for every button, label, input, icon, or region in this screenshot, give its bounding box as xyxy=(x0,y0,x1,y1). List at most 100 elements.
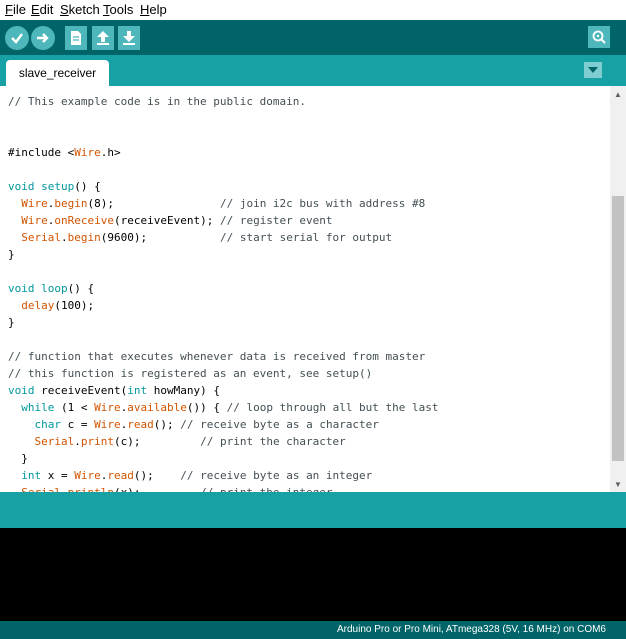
code-token: receiveEvent( xyxy=(34,384,128,397)
new-icon xyxy=(71,31,81,45)
code-token: void xyxy=(8,282,35,295)
code-token: () { xyxy=(74,180,101,193)
code-token: (1 < xyxy=(54,401,95,414)
code-token: .h> xyxy=(100,146,121,159)
scroll-up-icon[interactable]: ▲ xyxy=(613,89,623,99)
scroll-down-icon[interactable]: ▼ xyxy=(613,479,623,489)
code-token: // print the character xyxy=(200,435,346,448)
scroll-thumb[interactable] xyxy=(612,196,624,461)
code-line: } xyxy=(8,246,439,263)
code-token: available xyxy=(127,401,187,414)
code-token: // start serial for output xyxy=(219,231,393,244)
upload-icon xyxy=(37,33,49,43)
code-token: print xyxy=(80,435,114,448)
code-line: int x = Wire.read(); // receive byte as … xyxy=(8,467,439,484)
code-token: (c); xyxy=(114,435,201,448)
code-token: () { xyxy=(67,282,95,295)
code-token: Wire xyxy=(94,401,121,414)
code-token: // register event xyxy=(219,214,333,227)
code-token: char xyxy=(34,418,62,431)
code-token: // receive byte as a character xyxy=(180,418,379,431)
save-icon xyxy=(123,31,135,45)
code-token: // function that executes whenever data … xyxy=(8,350,426,363)
code-token: howMany) { xyxy=(147,384,220,397)
code-line: } xyxy=(8,314,439,331)
code-editor[interactable]: // This example code is in the public do… xyxy=(0,86,610,492)
open-button[interactable] xyxy=(92,26,114,50)
console-output xyxy=(0,528,626,621)
menu-tools[interactable]: Tools xyxy=(103,2,133,17)
code-token: Wire xyxy=(74,469,101,482)
code-line: // This example code is in the public do… xyxy=(8,93,439,110)
editor-console-divider[interactable] xyxy=(0,492,626,528)
toolbar xyxy=(0,20,626,55)
code-line: Wire.onReceive(receiveEvent); // registe… xyxy=(8,212,439,229)
code-line: #include <Wire.h> xyxy=(8,144,439,161)
board-status: Arduino Pro or Pro Mini, ATmega328 (5V, … xyxy=(336,624,606,635)
code-token: (9600); xyxy=(100,231,220,244)
save-button[interactable] xyxy=(118,26,140,50)
code-token: int xyxy=(127,384,148,397)
code-token: } xyxy=(8,248,15,261)
code-token: Wire xyxy=(74,146,101,159)
code-token: } xyxy=(8,316,15,329)
code-token: delay xyxy=(21,299,55,312)
code-line: Serial.println(x); // print the integer xyxy=(8,484,439,492)
code-token: x = xyxy=(41,469,75,482)
code-token: void xyxy=(8,384,35,397)
code-token: ()) { xyxy=(186,401,227,414)
code-token: Wire xyxy=(21,214,48,227)
code-token: onReceive xyxy=(54,214,114,227)
code-text[interactable]: // This example code is in the public do… xyxy=(8,93,439,492)
code-token: // loop through all but the last xyxy=(226,401,439,414)
menu-file[interactable]: File xyxy=(5,2,26,17)
code-token: read xyxy=(127,418,154,431)
menu-help[interactable]: Help xyxy=(140,2,167,17)
code-token: int xyxy=(21,469,42,482)
code-token: begin xyxy=(54,197,88,210)
menu-bar: File Edit Sketch Tools Help xyxy=(0,0,626,20)
menu-sketch[interactable]: Sketch xyxy=(60,2,100,17)
upload-button[interactable] xyxy=(31,26,55,50)
code-token: // join i2c bus with address #8 xyxy=(219,197,426,210)
serial-monitor-button[interactable] xyxy=(588,26,610,48)
code-line: Serial.print(c); // print the character xyxy=(8,433,439,450)
code-token: . xyxy=(74,435,81,448)
code-token: // this function is registered as an eve… xyxy=(8,367,373,380)
code-token: void xyxy=(8,180,35,193)
code-token: setup xyxy=(41,180,75,193)
open-icon xyxy=(97,31,109,45)
tab-bar: slave_receiver xyxy=(0,55,626,86)
new-button[interactable] xyxy=(65,26,87,50)
code-token: (8); xyxy=(87,197,220,210)
code-token: // This example code is in the public do… xyxy=(8,95,307,108)
code-line: Wire.begin(8); // join i2c bus with addr… xyxy=(8,195,439,212)
verify-icon xyxy=(11,33,23,44)
code-token: (receiveEvent); xyxy=(113,214,220,227)
code-token: } xyxy=(8,452,28,465)
code-token: #include < xyxy=(8,146,75,159)
tab-menu-button[interactable] xyxy=(584,62,602,78)
code-line: delay(100); xyxy=(8,297,439,314)
code-token: begin xyxy=(67,231,101,244)
verify-button[interactable] xyxy=(5,26,29,50)
code-line: while (1 < Wire.available()) { // loop t… xyxy=(8,399,439,416)
menu-edit[interactable]: Edit xyxy=(31,2,53,17)
code-line: void setup() { xyxy=(8,178,439,195)
editor-scrollbar[interactable]: ▲ ▼ xyxy=(610,86,626,492)
code-line: // this function is registered as an eve… xyxy=(8,365,439,382)
chevron-down-icon xyxy=(588,67,598,73)
tab-slave-receiver[interactable]: slave_receiver xyxy=(6,60,109,86)
code-token: loop xyxy=(41,282,68,295)
